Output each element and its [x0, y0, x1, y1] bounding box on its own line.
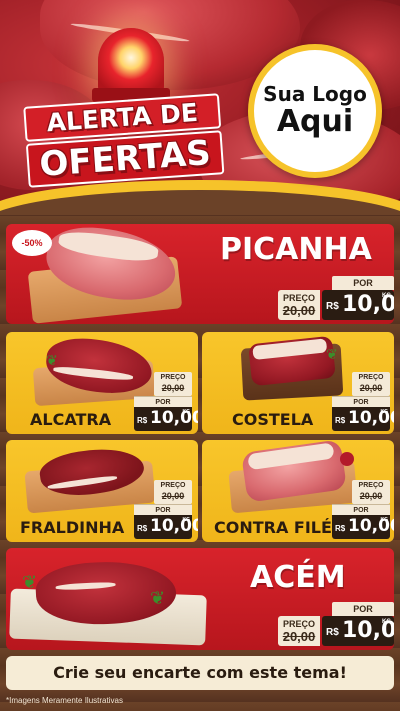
new-price-value: 10,00: [150, 408, 198, 428]
new-price: R$ 10,00 KG: [134, 515, 198, 539]
price-tag: PREÇO 20,00 POR R$ 10,00 KG: [332, 372, 394, 431]
product-name: CONTRA FILÉ: [214, 518, 332, 537]
old-price-label: PREÇO: [160, 374, 186, 381]
new-price: R$ 10,00 KG: [332, 515, 394, 539]
product-name: COSTELA: [232, 410, 314, 429]
price-tag: POR PREÇO 20,00 R$ 10,00 KG: [278, 602, 394, 646]
product-name: PICANHA: [220, 232, 372, 267]
new-price-value: 10,00: [150, 516, 198, 536]
old-price-value: 20,00: [161, 491, 185, 501]
unit: KG: [380, 409, 389, 415]
old-price-value: 20,00: [359, 491, 383, 501]
old-price: PREÇO 20,00: [278, 290, 320, 320]
price-tag: POR PREÇO 20,00 R$ 10,00 KG: [278, 276, 394, 320]
currency: R$: [326, 627, 339, 638]
currency: R$: [326, 301, 339, 312]
price-tag: PREÇO 20,00 POR R$ 10,00 KG: [134, 480, 198, 539]
price-per-label: POR: [332, 276, 394, 290]
old-price-label: PREÇO: [358, 482, 384, 489]
price-tag: PREÇO 20,00 POR R$ 10,00 KG: [332, 480, 394, 539]
herb-icon: ❦: [326, 346, 338, 362]
new-price: R$ 10,00 KG: [134, 407, 198, 431]
product-card-alcatra[interactable]: ❦ ALCATRA PREÇO 20,00 POR R$ 10,00 KG: [6, 332, 198, 434]
old-price: PREÇO 20,00: [154, 372, 192, 396]
unit: KG: [382, 619, 391, 625]
unit: KG: [182, 517, 191, 523]
old-price: PREÇO 20,00: [154, 480, 192, 504]
unit: KG: [382, 293, 391, 299]
meat-image: [248, 335, 336, 387]
discount-badge: -50%: [12, 230, 52, 256]
header-banner: ALERTA DE OFERTAS Sua Logo Aqui: [0, 0, 400, 215]
new-price: R$ 10,00 KG: [332, 407, 394, 431]
price-per-label: POR: [332, 602, 394, 616]
old-price-value: 20,00: [282, 303, 316, 318]
logo-text-line1: Sua Logo: [263, 82, 367, 106]
disclaimer-text: *Imagens Meramente Ilustrativas: [6, 696, 123, 705]
currency: R$: [137, 416, 148, 425]
old-price: PREÇO 20,00: [352, 480, 390, 504]
price-per-label: POR: [134, 504, 192, 515]
currency: R$: [137, 524, 148, 533]
logo-text-line2: Aqui: [276, 104, 354, 139]
herb-icon: ❦: [150, 588, 166, 608]
old-price-label: PREÇO: [358, 374, 384, 381]
price-tag: PREÇO 20,00 POR R$ 10,00 KG: [134, 372, 198, 431]
product-card-acem[interactable]: ❦ ❦ ACÉM POR PREÇO 20,00 R$ 10,00 KG: [6, 548, 394, 650]
old-price-value: 20,00: [359, 383, 383, 393]
herb-icon: ❦: [22, 572, 38, 592]
product-name: ACÉM: [250, 560, 346, 595]
old-price: PREÇO 20,00: [278, 616, 320, 646]
product-name: FRALDINHA: [20, 518, 125, 537]
product-card-costela[interactable]: ❦ COSTELA PREÇO 20,00 POR R$ 10,00 KG: [202, 332, 394, 434]
unit: KG: [182, 409, 191, 415]
old-price-value: 20,00: [282, 629, 316, 644]
logo-placeholder[interactable]: Sua Logo Aqui: [248, 44, 382, 178]
unit: KG: [380, 517, 389, 523]
herb-icon: ❦: [46, 352, 58, 368]
product-card-fraldinha[interactable]: FRALDINHA PREÇO 20,00 POR R$ 10,00 KG: [6, 440, 198, 542]
product-card-contra-file[interactable]: CONTRA FILÉ PREÇO 20,00 POR R$ 10,00 KG: [202, 440, 394, 542]
currency: R$: [335, 416, 346, 425]
old-price-value: 20,00: [161, 383, 185, 393]
new-price: R$ 10,00 KG: [322, 616, 394, 646]
siren-icon: [98, 28, 164, 94]
price-per-label: POR: [134, 396, 192, 407]
tomato-icon: [340, 452, 354, 466]
price-per-label: POR: [332, 396, 390, 407]
price-per-label: POR: [332, 504, 390, 515]
alert-title: ALERTA DE OFERTAS: [23, 93, 225, 192]
cta-banner[interactable]: Crie seu encarte com este tema!: [6, 656, 394, 690]
new-price: R$ 10,00 KG: [322, 290, 394, 320]
old-price: PREÇO 20,00: [352, 372, 390, 396]
old-price-label: PREÇO: [160, 482, 186, 489]
product-name: ALCATRA: [30, 410, 112, 429]
currency: R$: [335, 524, 346, 533]
product-card-picanha[interactable]: -50% PICANHA POR PREÇO 20,00 R$ 10,00 KG: [6, 224, 394, 324]
